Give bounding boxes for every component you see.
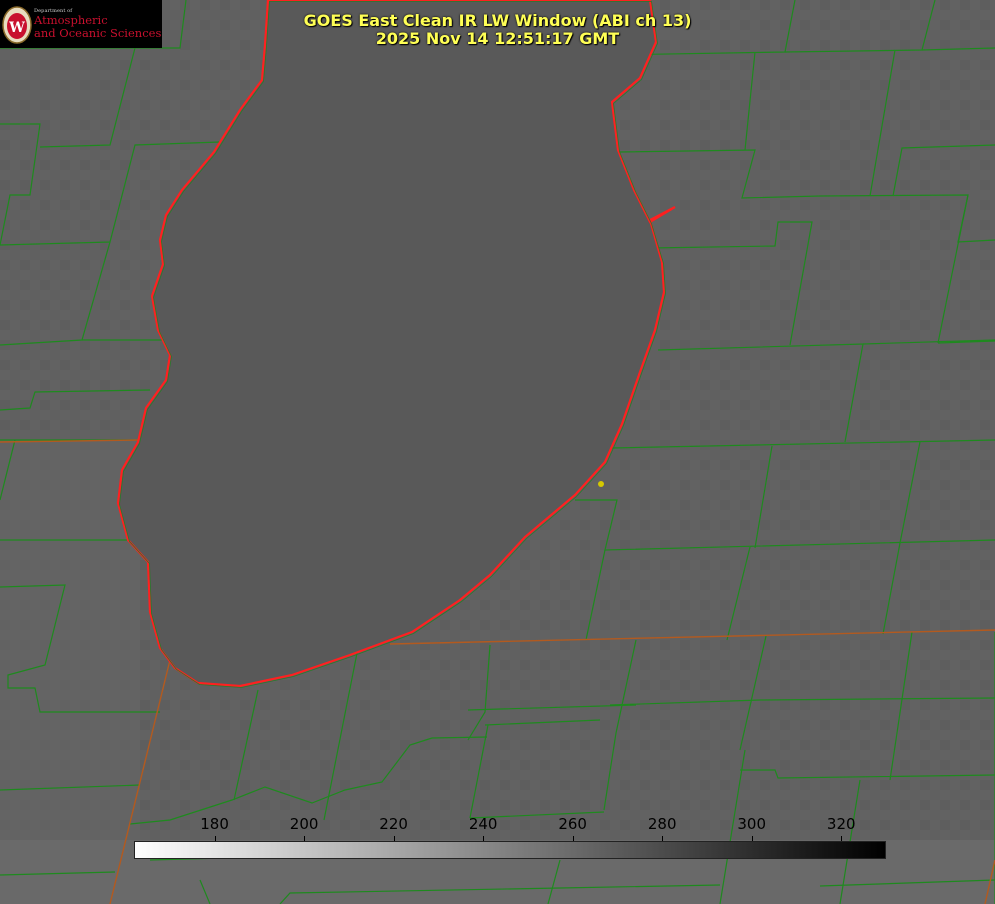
colorbar — [134, 841, 886, 859]
colorbar-tick-label: 200 — [289, 815, 319, 833]
satellite-map: W — [0, 0, 995, 904]
colorbar-tick-label: 260 — [558, 815, 587, 833]
colorbar-tick-label: 240 — [468, 815, 498, 833]
colorbar-tick-label: 220 — [379, 815, 408, 833]
title-line-1: GOES East Clean IR LW Window (ABI ch 13) — [303, 11, 692, 30]
colorbar-tick-label: 180 — [200, 815, 229, 833]
colorbar-tick-label: 300 — [737, 815, 767, 833]
map-title: GOES East Clean IR LW Window (ABI ch 13)… — [0, 12, 995, 48]
colorbar-tick-label: 280 — [647, 815, 677, 833]
location-marker — [598, 481, 604, 487]
title-line-2: 2025 Nov 14 12:51:17 GMT — [375, 29, 620, 48]
colorbar-tick-label: 320 — [826, 815, 856, 833]
